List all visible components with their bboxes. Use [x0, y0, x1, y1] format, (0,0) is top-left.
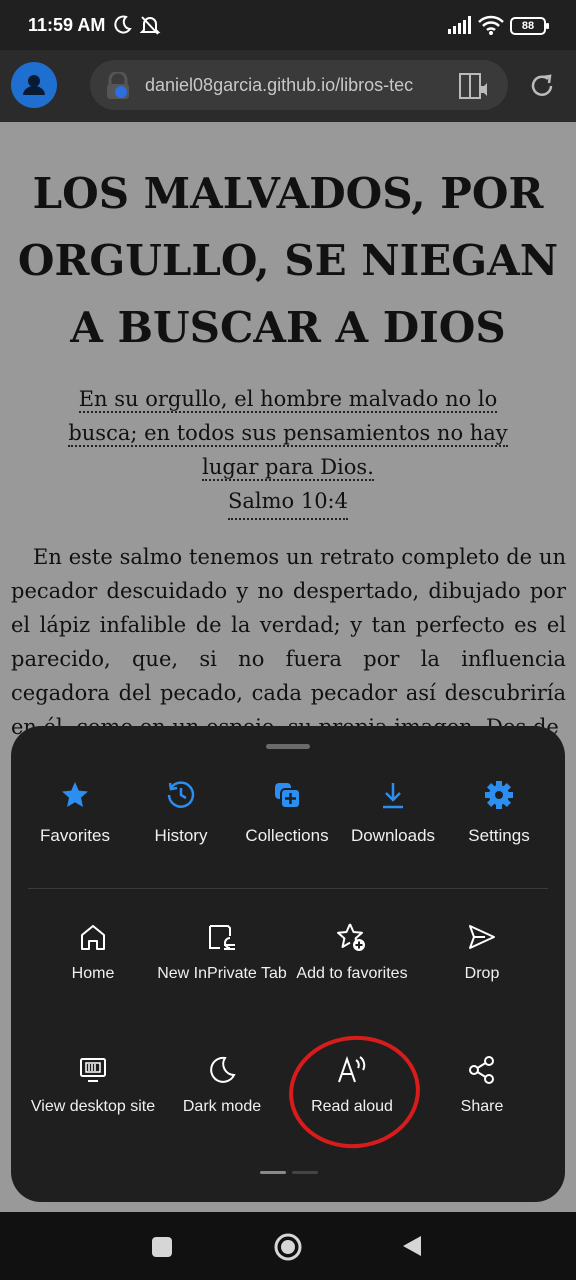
send-icon — [469, 925, 495, 949]
inprivate-tab-icon — [209, 925, 235, 950]
lock-icon[interactable] — [105, 70, 131, 105]
menu-home[interactable]: Home — [28, 922, 158, 984]
refresh-icon[interactable] — [527, 71, 557, 106]
menu-dark-mode-label: Dark mode — [182, 1098, 262, 1115]
page-dot-active — [260, 1171, 286, 1174]
history-icon — [167, 781, 195, 808]
menu-drop-label: Drop — [464, 965, 500, 982]
home-button[interactable] — [273, 1232, 303, 1267]
system-nav-bar — [0, 1212, 576, 1280]
scripture-quote: En su orgullo, el hombre malvado no lo b… — [60, 382, 516, 520]
menu-share[interactable]: Share — [417, 1055, 547, 1117]
back-button[interactable] — [401, 1234, 423, 1263]
collections-icon — [275, 783, 301, 809]
url-text[interactable]: daniel08garcia.github.io/libros-tec — [145, 75, 445, 97]
share-icon — [469, 1056, 494, 1084]
address-bar[interactable]: daniel08garcia.github.io/libros-tec — [90, 60, 508, 110]
moon-icon — [210, 1056, 236, 1083]
recents-button[interactable] — [151, 1236, 173, 1263]
signal-icon — [448, 16, 474, 39]
menu-add-to-favorites[interactable]: Add to favorites — [287, 922, 417, 984]
page-dot-inactive — [292, 1171, 318, 1174]
wifi-icon — [478, 14, 504, 41]
menu-downloads[interactable]: Downloads — [339, 780, 447, 846]
mute-icon — [139, 14, 161, 41]
menu-view-desktop-site-label: View desktop site — [30, 1098, 156, 1115]
download-icon — [383, 783, 403, 809]
body-paragraph: En este salmo tenemos un retrato complet… — [11, 545, 566, 739]
avatar-icon[interactable] — [11, 62, 57, 108]
menu-history[interactable]: History — [127, 780, 235, 846]
menu-favorites-label: Favorites — [40, 826, 110, 845]
browser-toolbar: daniel08garcia.github.io/libros-tec — [0, 50, 576, 122]
menu-settings-label: Settings — [468, 826, 530, 845]
reader-mode-icon[interactable] — [458, 72, 490, 105]
desktop-icon — [80, 1058, 106, 1082]
menu-dark-mode[interactable]: Dark mode — [157, 1055, 287, 1117]
menu-collections-label: Collections — [245, 826, 329, 845]
menu-share-label: Share — [460, 1098, 504, 1115]
menu-drop[interactable]: Drop — [417, 922, 547, 984]
menu-downloads-label: Downloads — [350, 826, 436, 845]
page-title: LOS MALVADOS, POR ORGULLO, SE NIEGAN A B… — [17, 169, 559, 352]
quote-text: En su orgullo, el hombre malvado no lo b… — [68, 387, 508, 481]
add-favorite-icon — [337, 923, 365, 951]
status-bar: 11:59 AM 88 — [0, 0, 576, 50]
gear-icon — [485, 781, 513, 809]
menu-divider — [28, 888, 548, 889]
home-icon — [81, 925, 105, 950]
menu-favorites[interactable]: Favorites — [21, 780, 129, 846]
annotation-circle — [283, 1029, 426, 1155]
moon-icon — [113, 14, 133, 41]
browser-menu-sheet: Favorites History Collections Downloads … — [11, 726, 565, 1202]
battery-icon: 88 — [510, 17, 549, 35]
menu-new-inprivate-tab-label: New InPrivate Tab — [157, 965, 287, 982]
menu-add-to-favorites-label: Add to favorites — [296, 965, 408, 982]
sheet-drag-handle[interactable] — [266, 744, 310, 749]
menu-collections[interactable]: Collections — [233, 780, 341, 846]
menu-history-label: History — [154, 826, 208, 845]
star-icon — [62, 782, 88, 807]
menu-view-desktop-site[interactable]: View desktop site — [28, 1055, 158, 1117]
menu-settings[interactable]: Settings — [445, 780, 553, 846]
status-time: 11:59 AM — [28, 15, 106, 35]
menu-new-inprivate-tab[interactable]: New InPrivate Tab — [157, 922, 287, 984]
menu-home-label: Home — [71, 965, 115, 982]
quote-reference: Salmo 10:4 — [227, 484, 348, 520]
